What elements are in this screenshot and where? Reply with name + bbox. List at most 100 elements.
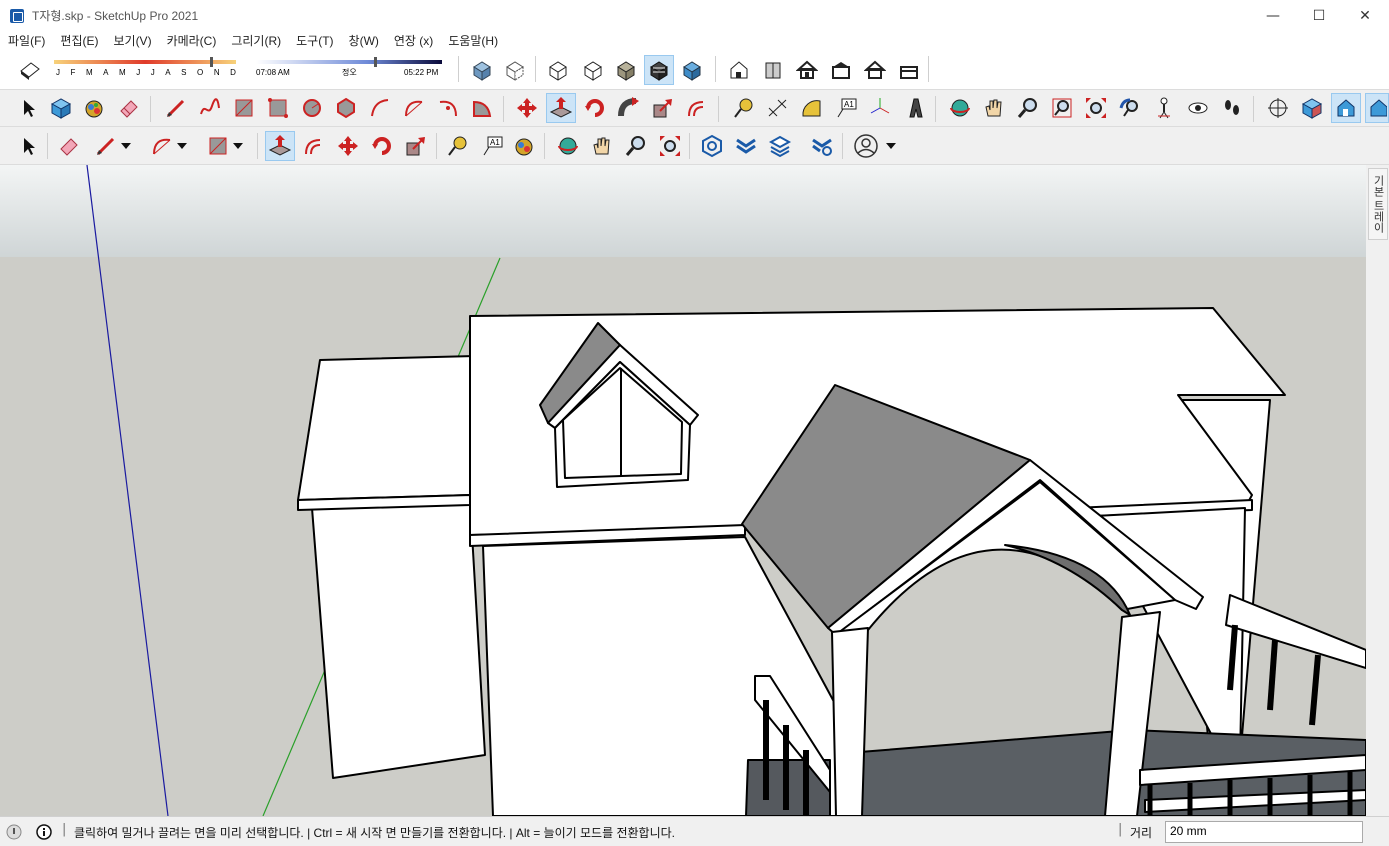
menu-edit[interactable]: 편집(E) <box>60 32 98 49</box>
shaded-style-button[interactable] <box>611 55 641 85</box>
line-tool-button-small[interactable] <box>91 131 121 161</box>
axes-tool-button[interactable] <box>865 93 895 123</box>
push-pull-tool-button-small[interactable] <box>265 130 295 161</box>
arc-tools-dropdown[interactable] <box>174 131 190 161</box>
push-pull-tool-button[interactable] <box>546 93 576 123</box>
rotated-rectangle-tool-button[interactable] <box>263 93 293 123</box>
protractor-tool-button[interactable] <box>797 93 827 123</box>
xray-style-button[interactable] <box>467 55 497 85</box>
iso-view-button[interactable] <box>724 55 754 85</box>
rectangle-tool-button[interactable] <box>229 93 259 123</box>
geo-location-icon[interactable] <box>6 824 22 840</box>
menu-help[interactable]: 도움말(H) <box>448 32 498 49</box>
eraser-button[interactable] <box>114 93 144 123</box>
wireframe-style-button[interactable] <box>543 55 573 85</box>
circle-tool-button[interactable] <box>297 93 327 123</box>
freehand-tool-button[interactable] <box>195 93 225 123</box>
make-component-button[interactable] <box>46 93 76 123</box>
line-tools-dropdown[interactable] <box>118 131 134 161</box>
zoom-window-tool-button[interactable] <box>1047 93 1077 123</box>
select-tool-button-small[interactable] <box>13 131 43 161</box>
scale-tool-button[interactable] <box>648 93 678 123</box>
zoom-extents-tool-button[interactable] <box>1081 93 1111 123</box>
pie-icon <box>473 100 492 117</box>
pan-tool-button[interactable] <box>979 93 1009 123</box>
extension-warehouse-button[interactable] <box>731 131 761 161</box>
left-view-button[interactable] <box>894 55 924 85</box>
modeling-viewport[interactable] <box>0 165 1366 816</box>
offset-tool-button[interactable] <box>682 93 712 123</box>
shadow-time-slider[interactable]: 07:08 AM 정오 05:22 PM <box>254 57 444 85</box>
text-tool-button-small[interactable]: A1 <box>477 131 507 161</box>
arc-tool-button[interactable] <box>365 93 395 123</box>
right-view-button[interactable] <box>826 55 856 85</box>
shape-tool-button-small[interactable] <box>203 131 233 161</box>
3d-text-tool-button[interactable] <box>899 93 929 123</box>
previous-view-button[interactable] <box>1115 93 1145 123</box>
hiddenline-style-button[interactable] <box>578 55 608 85</box>
offset-tool-button-small[interactable] <box>299 131 329 161</box>
menu-camera[interactable]: 카메라(C) <box>167 32 217 49</box>
line-tool-button[interactable] <box>161 93 191 123</box>
shaded-textures-style-button[interactable] <box>644 54 674 85</box>
dimension-tool-button[interactable] <box>763 93 793 123</box>
zoom-tool-button[interactable] <box>1013 93 1043 123</box>
layout-send-button[interactable] <box>765 131 795 161</box>
account-button[interactable] <box>851 131 881 161</box>
display-section-cuts-button[interactable] <box>1331 93 1361 123</box>
menu-draw[interactable]: 그리기(R) <box>231 32 281 49</box>
orbit-tool-button[interactable] <box>945 93 975 123</box>
display-section-fill-button[interactable] <box>1365 93 1389 123</box>
paint-bucket-button[interactable] <box>79 93 109 123</box>
shape-tools-dropdown[interactable] <box>230 131 246 161</box>
menu-window[interactable]: 창(W) <box>349 32 379 49</box>
polygon-tool-button[interactable] <box>331 93 361 123</box>
rotate-tool-button-small[interactable] <box>367 131 397 161</box>
menu-view[interactable]: 보기(V) <box>113 32 151 49</box>
orbit-tool-button-small[interactable] <box>553 131 583 161</box>
back-view-button[interactable] <box>860 55 890 85</box>
zoom-extents-tool-button-small[interactable] <box>655 131 685 161</box>
arc-tool-button-small[interactable] <box>147 131 177 161</box>
text-tool-button[interactable]: A1 <box>831 93 861 123</box>
front-view-button[interactable] <box>792 55 822 85</box>
walk-tool-button[interactable] <box>1217 93 1247 123</box>
move-tool-button[interactable] <box>512 93 542 123</box>
eraser-button-small[interactable] <box>54 131 84 161</box>
info-icon[interactable] <box>36 824 52 840</box>
menu-tools[interactable]: 도구(T) <box>296 32 333 49</box>
three-point-arc-tool-button[interactable] <box>433 93 463 123</box>
two-point-arc-tool-button[interactable] <box>399 93 429 123</box>
display-section-planes-button[interactable] <box>1297 93 1327 123</box>
backedges-style-button[interactable] <box>500 55 530 85</box>
position-camera-tool-button[interactable] <box>1149 93 1179 123</box>
menu-file[interactable]: 파일(F) <box>8 32 45 49</box>
shadow-toggle-button[interactable] <box>14 55 44 85</box>
look-around-tool-button[interactable] <box>1183 93 1213 123</box>
follow-me-tool-button[interactable] <box>614 93 644 123</box>
tape-measure-tool-button[interactable] <box>729 93 759 123</box>
monochrome-style-button[interactable] <box>677 55 707 85</box>
rotate-tool-button[interactable] <box>580 93 610 123</box>
house-model[interactable] <box>297 307 1366 816</box>
pan-tool-button-small[interactable] <box>587 131 617 161</box>
move-tool-button-small[interactable] <box>333 131 363 161</box>
shadow-date-slider[interactable]: J F M A M J J A S O N D <box>52 57 238 85</box>
tape-measure-tool-button-small[interactable] <box>443 131 473 161</box>
scale-tool-button-small[interactable] <box>401 131 431 161</box>
account-dropdown[interactable] <box>883 131 899 161</box>
measurements-input[interactable]: 20 mm <box>1165 821 1363 843</box>
menu-extensions[interactable]: 연장 (x) <box>394 32 433 49</box>
maximize-button[interactable]: ☐ <box>1296 0 1342 31</box>
pie-tool-button[interactable] <box>467 93 497 123</box>
3d-warehouse-button[interactable] <box>697 131 727 161</box>
top-view-button[interactable] <box>758 55 788 85</box>
default-tray-tab[interactable]: 기본 트레이 <box>1368 168 1388 240</box>
select-tool-button[interactable] <box>13 93 43 123</box>
extension-manager-button[interactable] <box>807 131 837 161</box>
zoom-tool-button-small[interactable] <box>621 131 651 161</box>
paint-bucket-button-small[interactable] <box>509 131 539 161</box>
close-button[interactable]: ✕ <box>1342 0 1388 31</box>
minimize-button[interactable]: — <box>1250 0 1296 31</box>
section-plane-tool-button[interactable] <box>1263 93 1293 123</box>
